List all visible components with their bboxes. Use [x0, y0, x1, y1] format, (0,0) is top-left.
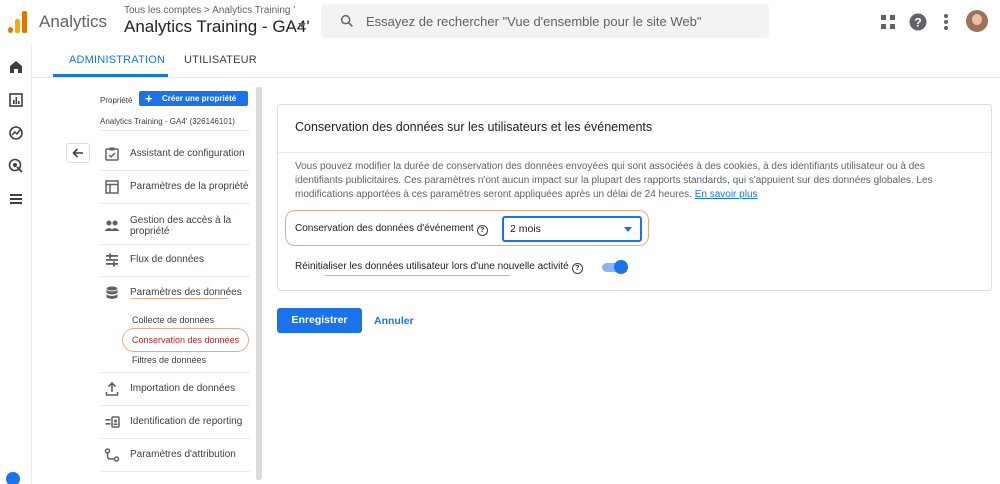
tab-utilisateur[interactable]: UTILISATEUR	[184, 54, 257, 66]
nav-item-label: Importation de données	[130, 383, 236, 394]
data-retention-card: Conservation des données sur les utilisa…	[277, 104, 992, 291]
divider	[100, 372, 250, 373]
left-rail	[0, 44, 32, 484]
layout-icon	[105, 180, 119, 194]
back-button[interactable]	[66, 143, 90, 163]
divider	[100, 471, 250, 472]
cancel-button[interactable]: Annuler	[374, 315, 414, 327]
chevron-down-icon[interactable]	[298, 23, 306, 28]
divider	[100, 170, 250, 171]
help-icon[interactable]: ?	[908, 12, 928, 32]
streams-icon	[106, 253, 118, 267]
reports-icon[interactable]	[8, 92, 24, 108]
explore-icon[interactable]	[8, 125, 24, 141]
divider	[100, 438, 250, 439]
card-description: Vous pouvez modifier la durée de conserv…	[295, 160, 975, 202]
nav-item-label: Gestion des accès à la propriété	[130, 215, 232, 237]
divider	[100, 405, 250, 406]
nav-item-label: Paramètres de la propriété	[130, 181, 249, 192]
nav-item-label: Identification de reporting	[130, 416, 243, 427]
checklist-icon	[105, 147, 119, 161]
card-title: Conservation des données sur les utilisa…	[295, 120, 653, 134]
property-selector[interactable]: Analytics Training - GA4'	[124, 17, 310, 37]
people-icon	[104, 220, 120, 231]
home-icon[interactable]	[8, 59, 24, 75]
settings-gear-icon[interactable]	[6, 472, 20, 484]
identity-icon	[105, 416, 120, 428]
reset-user-data-label: Réinitialiser les données utilisateur lo…	[295, 261, 583, 274]
description-text: Vous pouvez modifier la durée de conserv…	[295, 161, 933, 200]
property-id: Analytics Training - GA4' (326146101)	[100, 117, 235, 126]
active-tab-indicator	[53, 74, 168, 77]
breadcrumb[interactable]: Tous les comptes > Analytics Training '	[124, 5, 295, 16]
more-vert-icon[interactable]	[936, 12, 956, 32]
advertising-icon[interactable]	[8, 158, 24, 174]
help-circle-icon[interactable]: ?	[571, 263, 583, 274]
nav-item-label: Flux de données	[130, 254, 204, 265]
create-property-button[interactable]: + Créer une propriété	[139, 91, 248, 106]
nav-item-label: Assistant de configuration	[130, 148, 245, 159]
top-bar: Analytics Tous les comptes > Analytics T…	[0, 0, 1000, 44]
property-label: Propriété	[100, 96, 133, 105]
attribution-icon	[104, 448, 120, 462]
nav-item-label: Paramètres des données	[130, 287, 242, 298]
avatar[interactable]	[966, 10, 988, 32]
apps-grid-icon[interactable]	[878, 12, 898, 32]
upload-icon	[105, 381, 119, 396]
configure-icon[interactable]	[8, 191, 24, 207]
arrow-back-icon	[72, 148, 83, 158]
divider	[100, 276, 250, 277]
divider	[100, 244, 250, 245]
tab-administration[interactable]: ADMINISTRATION	[69, 54, 165, 66]
save-button[interactable]: Enregistrer	[277, 308, 362, 333]
highlight-underline	[131, 298, 228, 299]
create-property-label: Créer une propriété	[162, 94, 237, 103]
search-icon	[340, 14, 353, 27]
admin-tab-bar: ADMINISTRATION UTILISATEUR	[32, 44, 1000, 78]
highlight-underline	[325, 275, 510, 276]
search-bar[interactable]: Essayez de rechercher "Vue d'ensemble po…	[321, 4, 769, 38]
divider	[278, 152, 991, 153]
reset-label-text: Réinitialiser les données utilisateur lo…	[295, 261, 569, 272]
toggle-knob	[614, 260, 628, 274]
svg-text:?: ?	[914, 16, 921, 30]
learn-more-link[interactable]: En savoir plus	[695, 189, 758, 200]
nav-item-label: Paramètres d'attribution	[130, 449, 236, 460]
analytics-logo-icon[interactable]	[8, 9, 28, 33]
sub-item-data-filters[interactable]: Filtres de données	[132, 355, 206, 365]
divider	[100, 203, 250, 204]
database-icon	[106, 286, 118, 299]
search-input[interactable]: Essayez de rechercher "Vue d'ensemble po…	[366, 14, 701, 29]
scrollbar-thumb[interactable]	[256, 87, 262, 480]
reset-user-data-toggle[interactable]	[600, 260, 628, 274]
plus-icon: +	[145, 91, 153, 106]
highlight-oval	[122, 328, 249, 352]
highlight-oval	[285, 210, 649, 246]
divider	[100, 130, 250, 131]
sub-item-data-collection[interactable]: Collecte de données	[132, 315, 214, 325]
app-name: Analytics	[39, 12, 108, 31]
